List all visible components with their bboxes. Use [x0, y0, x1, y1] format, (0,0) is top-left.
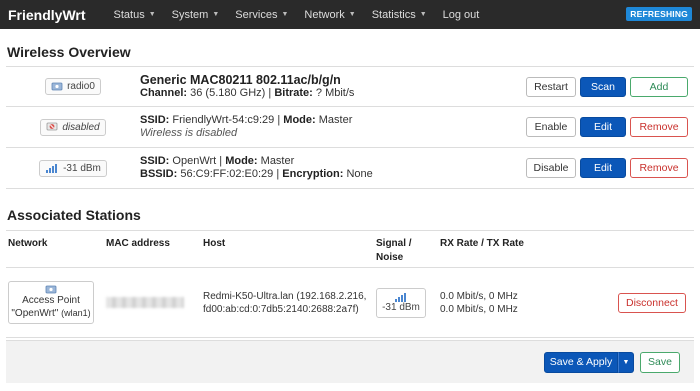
network-signal-chip: -31 dBm [39, 159, 107, 177]
nav-statistics-label: Statistics [371, 8, 416, 21]
channel-label: Channel: [140, 86, 188, 99]
col-mac: MAC address [106, 238, 170, 249]
scan-button[interactable]: Scan [580, 76, 626, 97]
ap-ssid: "OpenWrt" [11, 308, 59, 319]
network-status-label: disabled [62, 121, 100, 133]
edit-button[interactable]: Edit [580, 117, 626, 137]
nav-services[interactable]: Services ▼ [235, 9, 288, 21]
nav-network[interactable]: Network ▼ [304, 9, 355, 21]
remove-button[interactable]: Remove [630, 117, 688, 137]
access-point-badge: Access Point "OpenWrt" (wlan1) [8, 281, 94, 324]
bitrate-value: ? Mbit/s [315, 86, 355, 99]
enable-button[interactable]: Enable [526, 117, 576, 137]
wifi-radio-icon [11, 285, 91, 295]
network-bssid-line: BSSID: 56:C9:FF:02:E0:29 | Encryption: N… [140, 168, 373, 180]
signal-strength-icon [45, 163, 59, 173]
radio-name: Generic MAC80211 802.11ac/b/g/n [140, 72, 341, 87]
disable-button[interactable]: Disable [526, 158, 576, 178]
col-host: Host [203, 238, 226, 249]
host-line2: fd00:ab:cd:0:7db5:2140:2688:2a7f) [203, 303, 359, 315]
station-signal-badge: -31 dBm [376, 287, 426, 318]
encryption-value: None [346, 168, 373, 180]
mode-label: Mode: [225, 155, 258, 167]
associated-stations-title: Associated Stations [7, 207, 141, 223]
mac-address-redacted [106, 297, 184, 308]
top-navbar: FriendlyWrt Status ▼ System ▼ Services ▼ Ne… [0, 0, 700, 29]
nav-statistics[interactable]: Statistics ▼ [372, 9, 427, 21]
radio-chip: radio0 [45, 78, 101, 95]
restart-button[interactable]: Restart [526, 76, 576, 97]
ap-interface: (wlan1) [61, 308, 91, 318]
wireless-overview-title: Wireless Overview [7, 44, 131, 60]
network-signal-label: -31 dBm [63, 162, 101, 174]
stations-table: Network MAC address Host Signal / Noise … [6, 230, 694, 338]
ssid-value: OpenWrt [172, 155, 217, 167]
network-row: -31 dBm SSID: OpenWrt | Mode: Master BSS… [6, 148, 694, 189]
rx-rate: 0.0 Mbit/s, 0 MHz [440, 290, 518, 302]
caret-down-icon: ▼ [419, 11, 427, 18]
nav-status[interactable]: Status ▼ [114, 9, 156, 21]
col-network: Network [8, 238, 48, 249]
stations-table-header: Network MAC address Host Signal / Noise … [6, 230, 694, 268]
station-row: Access Point "OpenWrt" (wlan1) Redmi-K50… [6, 268, 694, 338]
caret-down-icon: ▼ [148, 11, 156, 18]
save-apply-split-button: Save & Apply ▼ [544, 351, 634, 373]
wifi-disabled-icon [46, 122, 58, 132]
nav-status-label: Status [113, 8, 145, 21]
save-button[interactable]: Save [640, 351, 680, 373]
caret-down-icon: ▼ [212, 11, 220, 18]
save-apply-button[interactable]: Save & Apply [544, 351, 618, 373]
add-button[interactable]: Add [630, 76, 688, 97]
ssid-label: SSID: [140, 155, 170, 167]
wifi-radio-icon [51, 82, 63, 92]
network-status-chip: disabled [40, 118, 106, 136]
nav-system[interactable]: System ▼ [172, 9, 220, 21]
col-signal-line1: Signal / [376, 238, 412, 249]
nav-logout[interactable]: Log out [443, 9, 480, 21]
ap-mode-label: Access Point [22, 295, 80, 306]
col-signal: Signal / Noise [376, 238, 440, 263]
page-footer: Save & Apply ▼ Save [6, 340, 694, 383]
ssid-label: SSID: [140, 114, 170, 126]
radio-chip-label: radio0 [67, 81, 95, 92]
channel-value: 36 (5.180 GHz) [190, 86, 266, 99]
bssid-label: BSSID: [140, 168, 178, 180]
nav-network-label: Network [304, 8, 345, 21]
radio-details: Channel: 36 (5.180 GHz) | Bitrate: ? Mbi… [140, 86, 355, 99]
caret-down-icon: ▼ [281, 11, 289, 18]
refreshing-badge[interactable]: REFRESHING [626, 7, 692, 21]
col-signal-line2: Noise [376, 252, 404, 263]
mode-value: Master [318, 114, 353, 126]
nav-logout-label: Log out [442, 8, 480, 21]
nav-services-label: Services [235, 8, 278, 21]
signal-strength-icon [394, 292, 408, 302]
mode-label: Mode: [283, 114, 316, 126]
network-disabled-note: Wireless is disabled [140, 127, 238, 139]
network-ssid-line: SSID: OpenWrt | Mode: Master [140, 155, 295, 167]
host-line1: Redmi-K50-Ultra.lan (192.168.2.216, [203, 290, 367, 302]
station-signal-value: -31 dBm [382, 302, 420, 313]
col-rate: RX Rate / TX Rate [440, 238, 524, 249]
radio-row: radio0 Generic MAC80211 802.11ac/b/g/n C… [6, 67, 694, 107]
bssid-value: 56:C9:FF:02:E0:29 [180, 168, 274, 180]
ssid-value: FriendlyWrt-54:c9:29 [172, 114, 275, 126]
edit-button[interactable]: Edit [580, 158, 626, 178]
caret-down-icon[interactable]: ▼ [618, 351, 634, 373]
wireless-table: radio0 Generic MAC80211 802.11ac/b/g/n C… [6, 66, 694, 189]
mode-value: Master [260, 155, 295, 167]
remove-button[interactable]: Remove [630, 158, 688, 178]
brand-logo[interactable]: FriendlyWrt [8, 7, 86, 23]
tx-rate: 0.0 Mbit/s, 0 MHz [440, 303, 518, 315]
encryption-label: Encryption: [282, 168, 344, 180]
bitrate-label: Bitrate: [274, 86, 313, 99]
network-ssid-line: SSID: FriendlyWrt-54:c9:29 | Mode: Maste… [140, 114, 353, 126]
nav-system-label: System [171, 8, 209, 21]
caret-down-icon: ▼ [348, 11, 356, 18]
network-row: disabled SSID: FriendlyWrt-54:c9:29 | Mo… [6, 107, 694, 148]
disconnect-button[interactable]: Disconnect [618, 292, 686, 313]
